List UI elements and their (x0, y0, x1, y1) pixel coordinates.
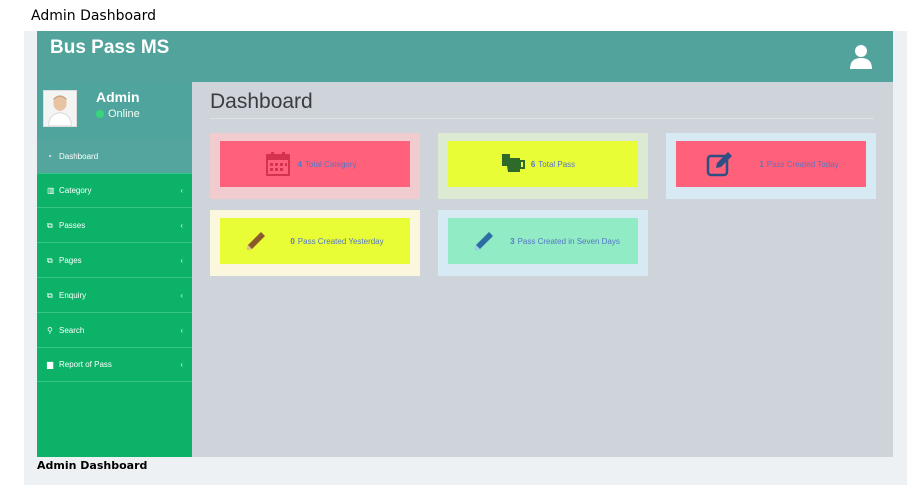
stat-label: Total Category (304, 159, 357, 169)
copy-icon: ⧉ (47, 255, 53, 265)
stat-label: Total Pass (538, 159, 576, 169)
folder-icon: ▆ (47, 360, 54, 369)
search-icon: ⚲ (47, 326, 53, 335)
stat-count: 0 (290, 236, 295, 246)
footer-caption: Admin Dashboard (37, 459, 148, 472)
stat-label: Pass Created Today (766, 159, 839, 169)
copy-icon: ⧉ (47, 290, 53, 300)
sidebar-item-label: Search (59, 326, 85, 335)
stat-card-pass-created-today[interactable]: 1 Pass Created Today (666, 133, 876, 199)
page-caption: Admin Dashboard (31, 8, 157, 24)
stat-card-pass-created-seven-days[interactable]: 3 Pass Created in Seven Days (438, 210, 648, 276)
chevron-left-icon: ‹ (180, 360, 183, 369)
stat-card-body[interactable]: 4 Total Category (220, 141, 410, 187)
stat-card-body[interactable]: 3 Pass Created in Seven Days (448, 218, 638, 264)
dashboard-icon: ◔ (47, 152, 52, 161)
stat-card-total-pass[interactable]: 6 Total Pass (438, 133, 648, 199)
pencil-icon (247, 232, 265, 250)
chevron-left-icon: ‹ (180, 291, 183, 300)
stat-label: Pass Created Yesterday (297, 236, 384, 246)
stat-card-body[interactable]: 6 Total Pass (448, 141, 638, 187)
sidebar-item-label: Passes (59, 221, 86, 230)
page-title: Dashboard (210, 90, 313, 113)
online-indicator-icon (96, 110, 104, 119)
user-icon[interactable] (849, 44, 873, 70)
sidebar-item-label: Pages (59, 256, 82, 265)
stat-label: Pass Created in Seven Days (517, 236, 620, 246)
chevron-left-icon: ‹ (180, 326, 183, 335)
chevron-left-icon: ‹ (180, 221, 183, 230)
sidebar-item-label: Enquiry (59, 291, 87, 300)
user-profile-panel: Admin Online (37, 82, 192, 140)
sidebar-item-dashboard[interactable]: ◔ Dashboard (37, 140, 192, 174)
sidebar-item-label: Report of Pass (59, 360, 112, 369)
stat-count: 6 (530, 159, 536, 169)
stat-card-body[interactable]: 1 Pass Created Today (676, 141, 866, 187)
sidebar-item-report-of-pass[interactable]: ▆ Report of Pass ‹ (37, 348, 192, 382)
sidebar-item-search[interactable]: ⚲ Search ‹ (37, 314, 192, 348)
sidebar-item-passes[interactable]: ⧉ Passes ‹ (37, 209, 192, 243)
calendar-icon (266, 152, 290, 176)
profile-status-text: Online (108, 108, 140, 120)
sidebar: Admin Online ◔ Dashboard ▥ Category ‹ ⧉ Pass… (37, 82, 192, 457)
main-content: Dashboard 4 Total Category 6 Total Pass … (192, 82, 893, 457)
profile-status: Online (96, 108, 140, 120)
stat-card-pass-created-yesterday[interactable]: 0 Pass Created Yesterday (210, 210, 420, 276)
stat-count: 4 (297, 159, 302, 169)
stat-card-total-category[interactable]: 4 Total Category (210, 133, 420, 199)
top-navbar: Bus Pass MS (37, 31, 893, 82)
title-divider (210, 118, 874, 119)
bar-chart-icon: ▥ (47, 186, 55, 195)
chevron-left-icon: ‹ (180, 256, 183, 265)
app-frame: Bus Pass MS Admin Online ◔ Dashboard ▥ Cat… (24, 31, 907, 485)
mug-icon (502, 154, 525, 172)
copy-icon: ⧉ (47, 220, 53, 230)
profile-name: Admin (96, 89, 140, 105)
edit-icon (706, 152, 732, 177)
sidebar-item-label: Category (59, 186, 92, 195)
pencil-icon (475, 232, 493, 250)
sidebar-item-pages[interactable]: ⧉ Pages ‹ (37, 244, 192, 278)
avatar (43, 90, 77, 127)
sidebar-item-label: Dashboard (59, 152, 99, 161)
sidebar-item-enquiry[interactable]: ⧉ Enquiry ‹ (37, 279, 192, 313)
chevron-left-icon: ‹ (180, 186, 183, 195)
stat-card-body[interactable]: 0 Pass Created Yesterday (220, 218, 410, 264)
stat-count: 3 (510, 236, 515, 246)
sidebar-item-category[interactable]: ▥ Category ‹ (37, 174, 192, 208)
brand-title[interactable]: Bus Pass MS (50, 37, 169, 59)
stat-count: 1 (759, 159, 764, 169)
